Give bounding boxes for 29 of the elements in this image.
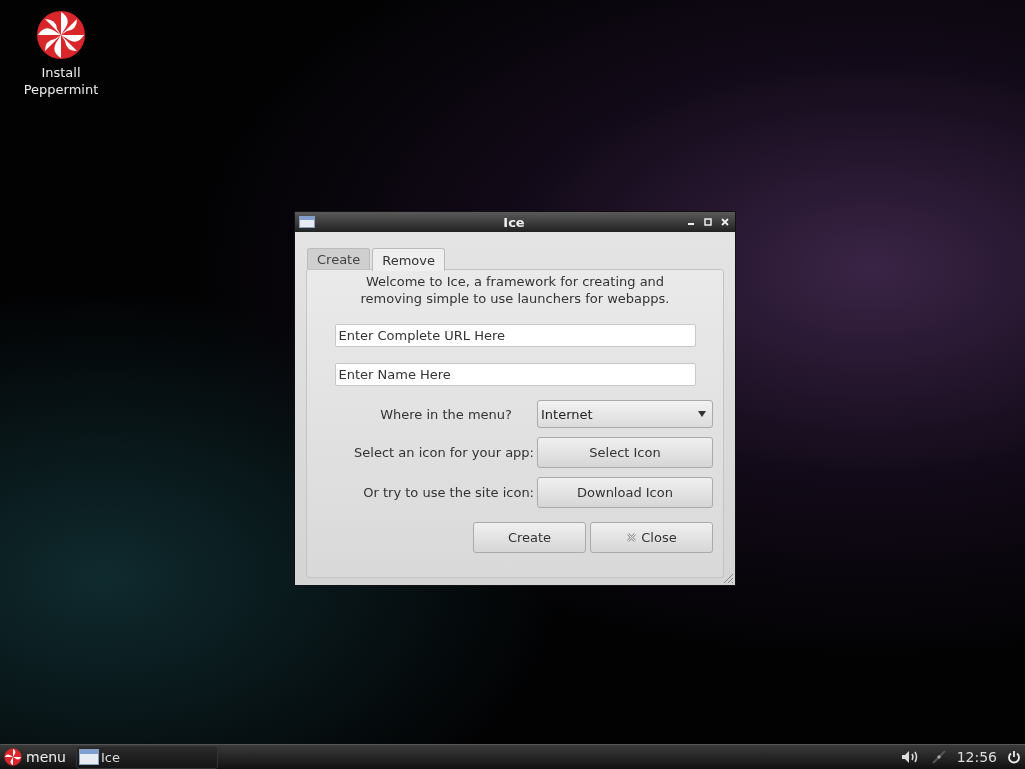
url-field[interactable]: Enter Complete URL Here [334, 324, 696, 347]
close-icon [626, 532, 638, 543]
resize-grip-icon[interactable] [722, 572, 734, 584]
peppermint-candy-icon [4, 748, 22, 766]
close-button[interactable]: Close [590, 522, 713, 553]
peppermint-candy-icon[interactable] [36, 10, 86, 60]
intro-text: Welcome to Ice, a framework for creating and removing simple to use launchers for webapps. [359, 273, 671, 307]
taskbar-window-button[interactable]: Ice [76, 745, 218, 769]
menu-label: Where in the menu? [379, 406, 512, 422]
network-plug-icon[interactable] [930, 749, 947, 765]
site-icon-label: Or try to use the site icon: [362, 485, 534, 500]
tab[interactable]: Remove [372, 248, 445, 271]
name-field[interactable]: Enter Name Here [334, 363, 696, 386]
clock[interactable]: 12:56 [956, 749, 997, 765]
select-icon-button[interactable]: Select Icon [537, 437, 713, 468]
menu-button[interactable]: menu [0, 746, 70, 768]
create-button[interactable]: Create [473, 522, 586, 553]
window-icon [79, 749, 99, 765]
download-icon-button[interactable]: Download Icon [537, 477, 713, 508]
close-icon[interactable] [721, 218, 729, 226]
maximize-icon[interactable] [704, 218, 712, 226]
power-icon[interactable] [1007, 750, 1021, 764]
icon-label: Select an icon for your app: [353, 445, 534, 460]
dropdown-arrow-icon [698, 411, 706, 417]
desktop-icon-label[interactable]: Install Peppermint [16, 64, 106, 98]
window-title: Ice [502, 214, 526, 230]
tab[interactable]: Create [307, 248, 371, 269]
menu-dropdown[interactable]: Internet [537, 400, 713, 428]
window-icon [299, 216, 315, 228]
